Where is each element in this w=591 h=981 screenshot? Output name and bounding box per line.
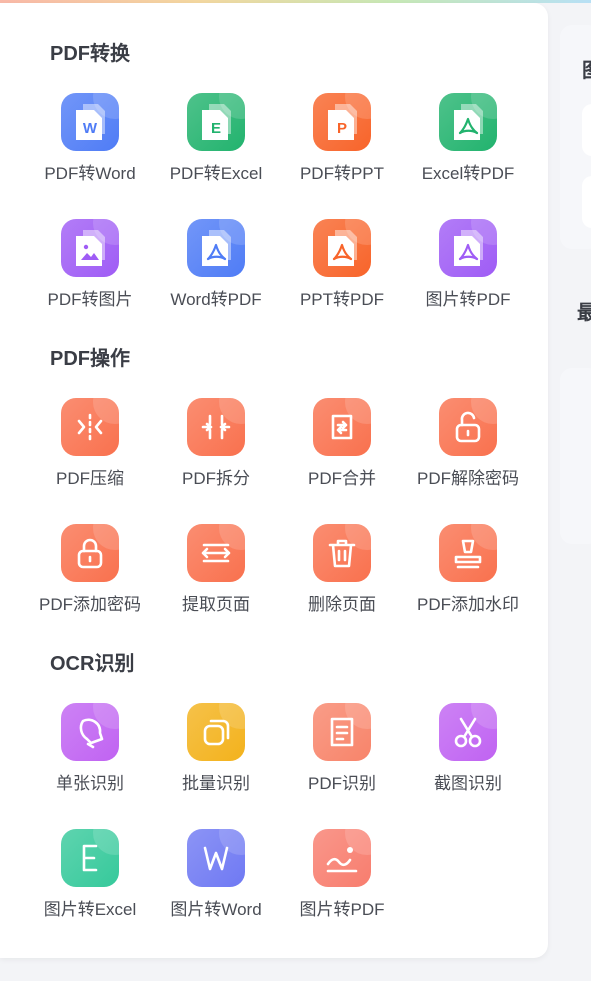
side-title-2: 最 (577, 302, 591, 324)
tool-image-wave[interactable]: 图片转PDF (279, 829, 405, 929)
tool-label: Word转PDF (170, 290, 262, 309)
tool-label: 提取页面 (182, 595, 250, 614)
tool-label: PDF拆分 (182, 469, 250, 488)
tool-label: PDF添加密码 (39, 595, 141, 614)
tool-image-to-pdf[interactable]: 图片转PDF (405, 219, 531, 319)
tool-label: PDF转PPT (299, 164, 385, 183)
side-card-2 (560, 368, 591, 544)
tool-pdf-to-excel[interactable]: E PDF转Excel (153, 93, 279, 193)
tool-label: PDF识别 (308, 774, 376, 793)
word-w-icon (187, 829, 245, 887)
merge-icon (313, 398, 371, 456)
section-title-convert: PDF转换 (50, 43, 130, 65)
pdf-to-excel-icon: E (187, 93, 245, 151)
tool-label: 图片转PDF (299, 900, 385, 919)
excel-to-pdf-icon (439, 93, 497, 151)
tool-label: PDF合并 (308, 469, 376, 488)
tool-label: PDF转Word (44, 164, 136, 183)
delete-pages-icon (313, 524, 371, 582)
tool-split[interactable]: PDF拆分 (153, 398, 279, 498)
tool-word-w[interactable]: 图片转Word (153, 829, 279, 929)
pdf-to-ppt-icon: P (313, 93, 371, 151)
section-title-operate: PDF操作 (50, 348, 130, 370)
tool-label: 图片转PDF (425, 290, 511, 309)
split-icon (187, 398, 245, 456)
excel-e-icon (61, 829, 119, 887)
tool-delete-pages[interactable]: 删除页面 (279, 524, 405, 624)
bell-icon (61, 703, 119, 761)
image-to-pdf-icon (439, 219, 497, 277)
batch-icon (187, 703, 245, 761)
tool-pdf-to-word[interactable]: W PDF转Word (27, 93, 153, 193)
tool-label: PDF添加水印 (417, 595, 519, 614)
svg-text:W: W (83, 120, 98, 137)
tool-label: PDF解除密码 (417, 469, 519, 488)
tool-document-lines[interactable]: PDF识别 (279, 703, 405, 803)
tool-label: PDF转图片 (47, 290, 133, 309)
tool-scissors[interactable]: 截图识别 (405, 703, 531, 803)
watermark-stamp-icon (439, 524, 497, 582)
tool-excel-to-pdf[interactable]: Excel转PDF (405, 93, 531, 193)
tool-label: PDF转Excel (169, 164, 263, 183)
tool-label: 图片转Excel (43, 900, 137, 919)
pdf-to-image-icon (61, 219, 119, 277)
compress-icon (61, 398, 119, 456)
ppt-to-pdf-icon (313, 219, 371, 277)
image-wave-icon (313, 829, 371, 887)
tool-label: PDF压缩 (56, 469, 124, 488)
tool-label: Excel转PDF (421, 164, 515, 183)
tool-extract-pages[interactable]: 提取页面 (153, 524, 279, 624)
lock-icon (61, 524, 119, 582)
tool-label: 批量识别 (182, 774, 250, 793)
tool-watermark-stamp[interactable]: PDF添加水印 (405, 524, 531, 624)
side-title-1: 图 (582, 54, 591, 83)
tool-pdf-to-image[interactable]: PDF转图片 (27, 219, 153, 319)
tool-label: 单张识别 (56, 774, 124, 793)
tool-word-to-pdf[interactable]: Word转PDF (153, 219, 279, 319)
tool-label: 删除页面 (308, 595, 376, 614)
unlock-icon (439, 398, 497, 456)
tool-label: 图片转Word (170, 900, 262, 919)
scissors-icon (439, 703, 497, 761)
tool-unlock[interactable]: PDF解除密码 (405, 398, 531, 498)
tool-label: PPT转PDF (299, 290, 385, 309)
extract-pages-icon (187, 524, 245, 582)
tool-excel-e[interactable]: 图片转Excel (27, 829, 153, 929)
section-title-ocr: OCR识别 (50, 653, 135, 675)
tools-panel: PDF转换 PDF操作 OCR识别 W PDF转Word E PDF转Excel P… (0, 3, 548, 958)
tool-ppt-to-pdf[interactable]: PPT转PDF (279, 219, 405, 319)
tool-batch[interactable]: 批量识别 (153, 703, 279, 803)
side-card-slot[interactable] (582, 104, 591, 156)
svg-text:P: P (337, 120, 347, 137)
tool-compress[interactable]: PDF压缩 (27, 398, 153, 498)
tool-bell[interactable]: 单张识别 (27, 703, 153, 803)
tool-pdf-to-ppt[interactable]: P PDF转PPT (279, 93, 405, 193)
tool-lock[interactable]: PDF添加密码 (27, 524, 153, 624)
side-card-slot[interactable] (582, 176, 591, 228)
tool-label: 截图识别 (434, 774, 502, 793)
svg-text:E: E (211, 120, 221, 137)
pdf-to-word-icon: W (61, 93, 119, 151)
word-to-pdf-icon (187, 219, 245, 277)
tool-merge[interactable]: PDF合并 (279, 398, 405, 498)
document-lines-icon (313, 703, 371, 761)
